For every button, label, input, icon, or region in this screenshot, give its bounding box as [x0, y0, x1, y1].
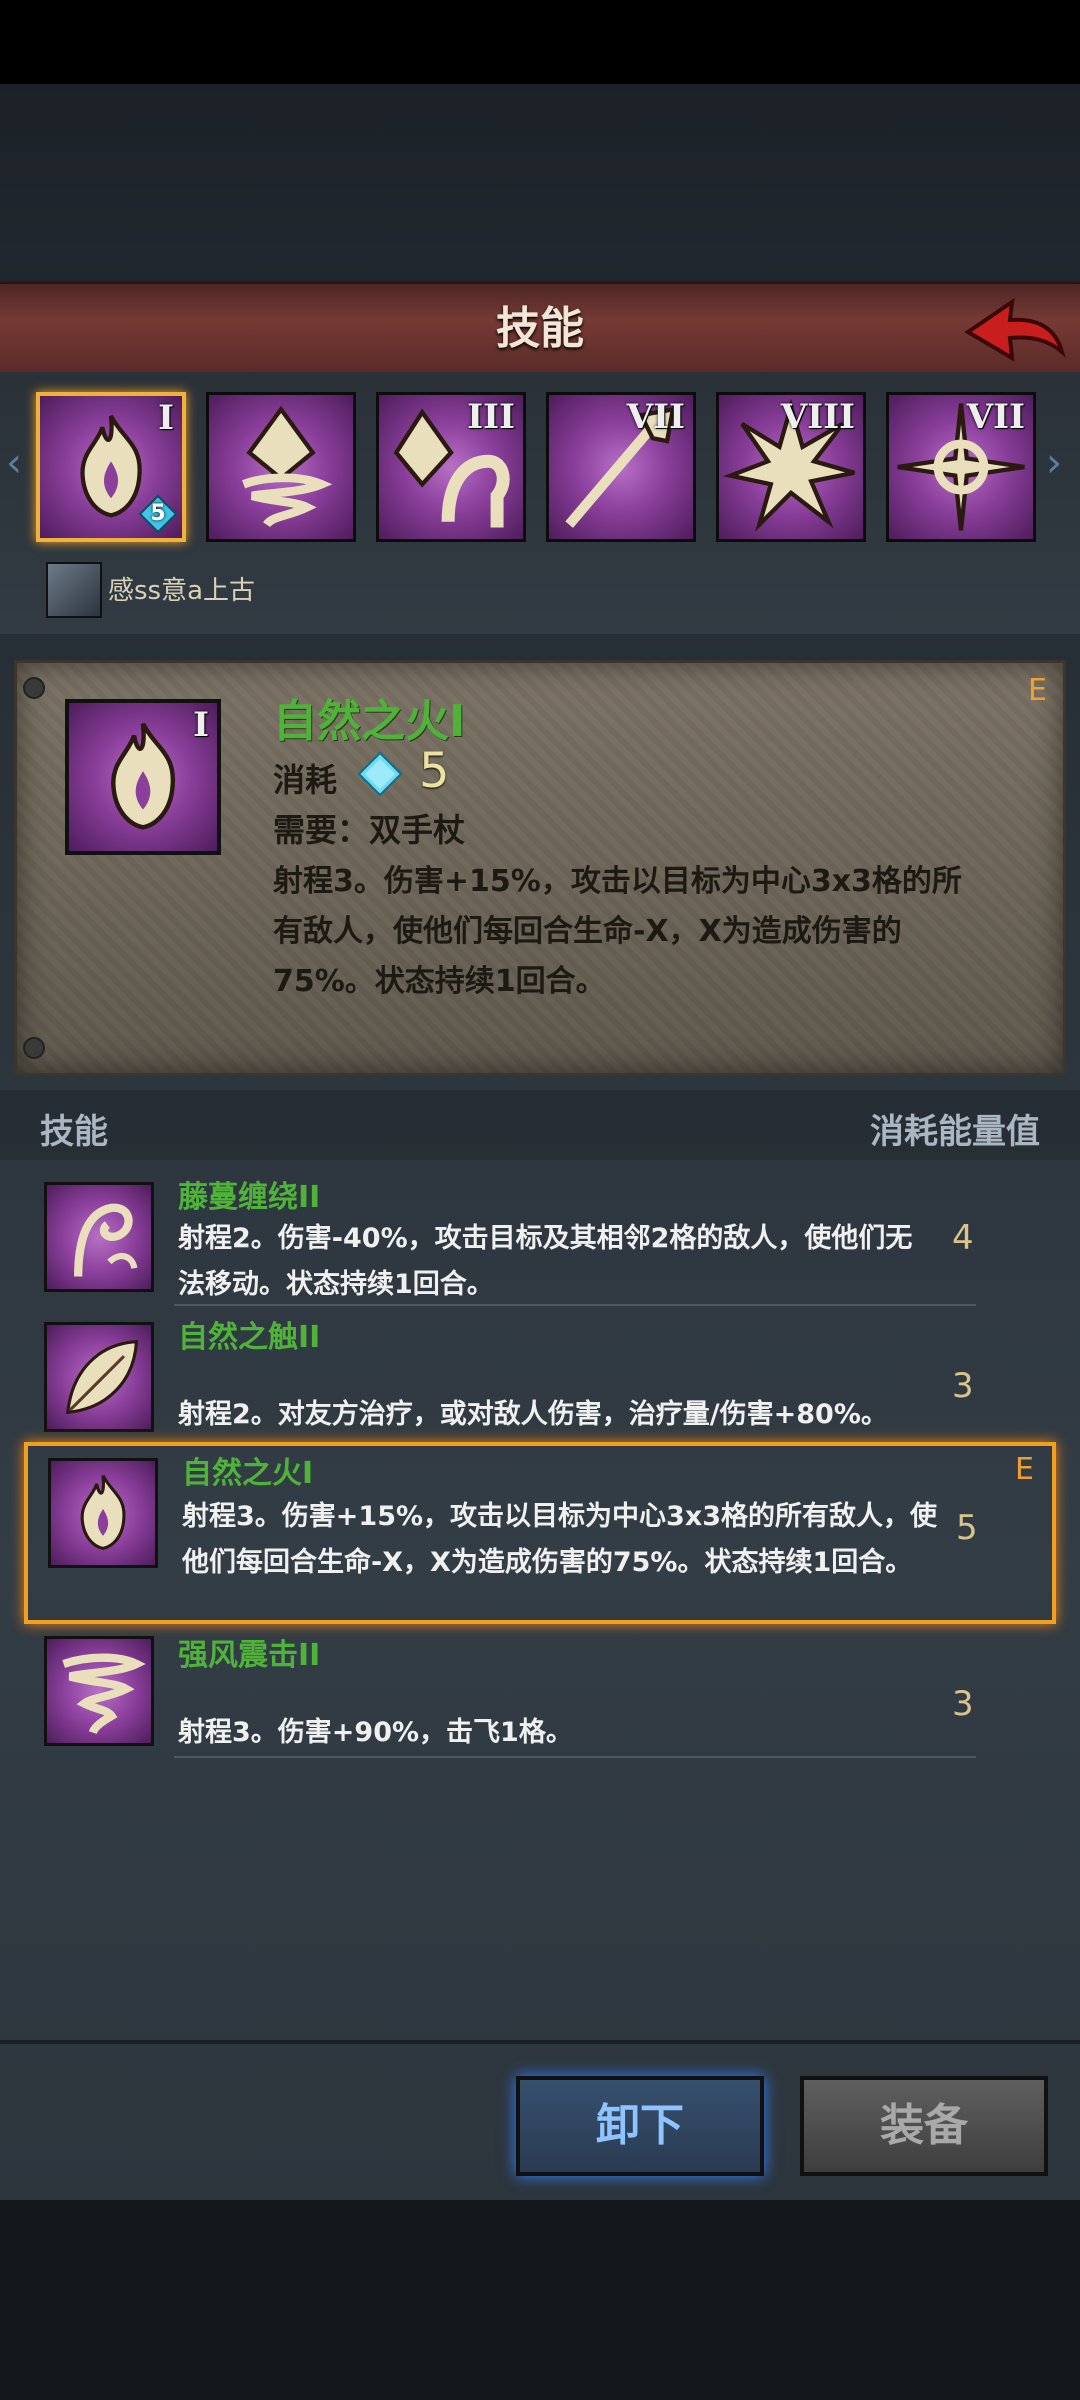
- gem-icon: 5: [138, 494, 178, 534]
- avatar: [46, 562, 102, 618]
- tornado-icon: [62, 1653, 146, 1735]
- skill-slot-2[interactable]: [206, 392, 356, 542]
- back-button[interactable]: [960, 292, 1070, 372]
- column-cost: 消耗能量值: [870, 1112, 1040, 1152]
- prev-arrow-icon[interactable]: ‹: [6, 440, 22, 486]
- skill-row[interactable]: 藤蔓缠绕II 射程2。伤害-40%，攻击目标及其相邻2格的敌人，使他们无法移动。…: [24, 1172, 1056, 1306]
- requirement: 需要：双手杖: [273, 811, 466, 849]
- bottom-area: [0, 2200, 1080, 2400]
- divider: [174, 1756, 976, 1758]
- back-arrow-icon: [964, 297, 1066, 362]
- skill-cost: 3: [952, 1366, 974, 1406]
- crystal-tornado-icon: [242, 405, 333, 528]
- slot-level: I: [158, 398, 174, 438]
- gem-value: 5: [150, 501, 166, 526]
- user-name: 感ss意a上古: [108, 576, 256, 606]
- detail-skill-name: 自然之火I: [273, 696, 466, 747]
- skill-desc: 射程2。对友方治疗，或对敌人伤害，治疗量/伤害+80%。: [178, 1399, 888, 1430]
- skill-slot-1[interactable]: I 5: [36, 392, 186, 542]
- grade-badge: E: [1028, 673, 1047, 708]
- divider: [174, 1304, 976, 1306]
- slot-level: VIII: [780, 397, 855, 437]
- status-bar: [0, 0, 1080, 84]
- next-arrow-icon[interactable]: ›: [1046, 440, 1062, 486]
- skill-slot-6[interactable]: VII: [886, 392, 1036, 542]
- skill-slot-3[interactable]: III: [376, 392, 526, 542]
- skill-desc: 射程3。伤害+15%，攻击以目标为中心3x3格的所有敌人，使他们每回合生命-X，…: [182, 1501, 938, 1578]
- gem-icon: [357, 751, 403, 797]
- cost-label: 消耗: [273, 761, 338, 799]
- skill-list-header: 技能 消耗能量值: [0, 1090, 1080, 1160]
- rivet: [23, 677, 45, 699]
- skill-icon: [48, 1458, 158, 1568]
- skill-slot-4[interactable]: VII: [546, 392, 696, 542]
- grade-badge: E: [1015, 1452, 1034, 1487]
- skill-desc: 射程2。伤害-40%，攻击目标及其相邻2格的敌人，使他们无法移动。状态持续1回合…: [178, 1223, 913, 1300]
- slot-level: VII: [966, 397, 1025, 437]
- skill-icon: [44, 1322, 154, 1432]
- skill-row-selected[interactable]: 自然之火I 射程3。伤害+15%，攻击以目标为中心3x3格的所有敌人，使他们每回…: [24, 1442, 1056, 1624]
- flame-icon: [80, 1474, 126, 1550]
- skill-cost: 5: [956, 1508, 978, 1548]
- title-bar: 技能: [0, 282, 1080, 377]
- skill-icon: [44, 1182, 154, 1292]
- skill-detail-card: I 自然之火I 消耗 5 需要：双手杖 射程3。伤害+15%，攻击以目标为中心3…: [14, 660, 1066, 1076]
- slot-level: VII: [626, 397, 685, 437]
- skill-icon: [44, 1636, 154, 1746]
- skill-name: 自然之火I: [182, 1456, 314, 1491]
- skill-row[interactable]: 自然之触II 射程2。对友方治疗，或对敌人伤害，治疗量/伤害+80%。 3: [24, 1312, 1056, 1446]
- detail-skill-icon: I: [65, 699, 221, 855]
- slot-level: III: [467, 397, 515, 437]
- skill-slot-5[interactable]: VIII: [716, 392, 866, 542]
- leaf-icon: [66, 1339, 139, 1415]
- skill-name: 自然之触II: [178, 1320, 321, 1355]
- equip-button[interactable]: 装备: [800, 2076, 1048, 2176]
- cost-value: 5: [419, 743, 450, 799]
- unequip-button[interactable]: 卸下: [516, 2076, 764, 2176]
- skill-cost: 4: [952, 1218, 974, 1258]
- skill-name: 藤蔓缠绕II: [178, 1180, 321, 1215]
- detail-level: I: [193, 705, 209, 745]
- skill-cost: 3: [952, 1684, 974, 1724]
- skill-desc: 射程3。伤害+90%，击飞1格。: [178, 1717, 573, 1748]
- rivet: [23, 1037, 45, 1059]
- column-skill: 技能: [40, 1112, 108, 1152]
- skill-name: 强风震击II: [178, 1638, 321, 1673]
- detail-description: 射程3。伤害+15%，攻击以目标为中心3x3格的所有敌人，使他们每回合生命-X，…: [273, 864, 962, 999]
- vine-icon: [74, 1203, 138, 1277]
- page-title: 技能: [496, 303, 584, 354]
- skill-row[interactable]: 强风震击II 射程3。伤害+90%，击飞1格。 3: [24, 1630, 1056, 1758]
